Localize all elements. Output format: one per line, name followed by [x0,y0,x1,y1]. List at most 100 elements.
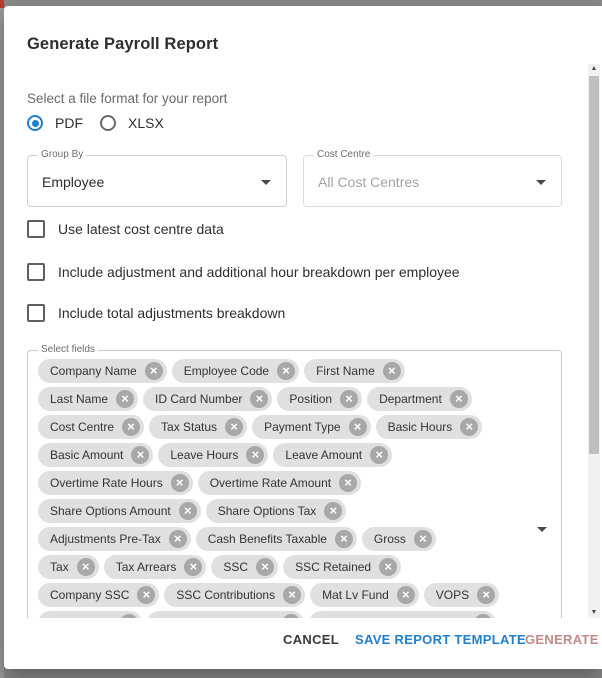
field-chip[interactable]: Department × [367,387,472,411]
close-circle-icon[interactable]: × [460,418,479,436]
field-chip[interactable]: First Name × [304,359,405,383]
generate-button[interactable]: GENERATE [525,632,599,647]
close-circle-icon[interactable]: × [283,586,302,604]
checkbox-total-adjustments[interactable]: Include total adjustments breakdown [27,304,285,322]
checkbox-latest-cost-centre[interactable]: Use latest cost centre data [27,220,224,238]
field-chip[interactable]: Employee Code × [171,359,300,383]
field-chip[interactable]: Tax Status × [149,415,248,439]
field-chip[interactable]: VOPS × [423,583,500,607]
checkbox-adjustment-breakdown[interactable]: Include adjustment and additional hour b… [27,263,460,281]
content-scrollbar[interactable]: ▲ ▼ [588,64,600,618]
close-circle-icon[interactable]: × [137,586,156,604]
field-chip[interactable]: Cost Centre × [38,415,145,439]
field-chip[interactable]: Leave Hours × [158,443,269,467]
radio-xlsx[interactable]: XLSX [100,115,164,131]
checkbox-total-adjustments-box[interactable] [27,304,45,322]
close-circle-icon[interactable]: × [122,418,141,436]
field-chip[interactable]: Tax Arrears × [103,555,207,579]
close-circle-icon[interactable]: × [277,362,296,380]
close-circle-icon[interactable]: × [348,418,367,436]
field-chip[interactable]: Last Name × [38,387,139,411]
field-chip[interactable]: Adjustments Pre-Tax × [38,527,191,551]
field-chip-label: VOPS [435,588,470,602]
save-report-template-button[interactable]: SAVE REPORT TEMPLATE [355,632,526,647]
chip-row: Last Name × ID Card Number × Position × Depart… [38,387,533,415]
chip-row: Tax × Tax Arrears × SSC × SSC Retained × [38,555,533,583]
close-circle-icon[interactable]: × [370,446,389,464]
radio-xlsx-indicator[interactable] [100,115,116,131]
field-chip[interactable]: Gross × [361,527,436,551]
close-circle-icon[interactable]: × [473,614,492,618]
chevron-down-icon[interactable] [261,180,271,185]
close-circle-icon[interactable]: × [449,390,468,408]
radio-pdf-indicator[interactable] [27,115,43,131]
field-chip[interactable]: Cash Benefits Taxable × [195,527,357,551]
field-chip[interactable]: ID Card Number × [143,387,273,411]
checkbox-adjustment-breakdown-box[interactable] [27,263,45,281]
field-chip[interactable]: Share Options Tax × [205,499,347,523]
chevron-down-icon[interactable] [537,527,547,532]
close-circle-icon[interactable]: × [119,614,138,618]
field-chip[interactable]: Leave Amount × [273,443,393,467]
field-chip[interactable]: SSC × [211,555,279,579]
cancel-button[interactable]: CANCEL [283,632,339,647]
close-circle-icon[interactable]: × [256,558,275,576]
scroll-up-arrow-icon[interactable]: ▲ [588,64,600,74]
field-chip[interactable]: Company Name × [38,359,167,383]
close-circle-icon[interactable]: × [178,502,197,520]
field-chip-label: Leave Amount [285,448,363,462]
checkbox-adjustment-breakdown-label: Include adjustment and additional hour b… [58,264,460,280]
field-chip[interactable]: Overtime Rate Amount × [197,471,362,495]
close-circle-icon[interactable]: × [324,502,343,520]
field-chip[interactable]: Basic Amount × [38,443,154,467]
cost-centre-select[interactable]: Cost Centre All Cost Centres [303,149,562,207]
field-chip[interactable]: FP Pension × [38,611,142,618]
field-chip[interactable]: Adjustments Post Tax × [146,611,304,618]
checkbox-latest-cost-centre-box[interactable] [27,220,45,238]
close-circle-icon[interactable]: × [250,390,269,408]
chip-row: Adjustments Pre-Tax × Cash Benefits Taxabl… [38,527,533,555]
chip-row: Share Options Amount × Share Options Tax × [38,499,533,527]
group-by-select[interactable]: Group By Employee [27,149,287,207]
close-circle-icon[interactable]: × [477,586,496,604]
field-chip[interactable]: Mat Lv Fund × [310,583,419,607]
select-fields-multiselect[interactable]: Select fields Company Name × Employee Code… [27,344,562,618]
field-chip[interactable]: Share Options Amount × [38,499,201,523]
field-chip[interactable]: SSC Retained × [283,555,402,579]
field-chip[interactable]: Cash Benefits Non Taxable × [309,611,496,618]
field-chip-label: SSC [223,560,249,574]
field-chip[interactable]: Company SSC × [38,583,160,607]
close-circle-icon[interactable]: × [339,474,358,492]
close-circle-icon[interactable]: × [396,586,415,604]
scrollbar-thumb[interactable] [589,76,599,454]
close-circle-icon[interactable]: × [340,390,359,408]
close-circle-icon[interactable]: × [225,418,244,436]
scroll-down-arrow-icon[interactable]: ▼ [588,608,600,618]
field-chip[interactable]: Overtime Rate Hours × [38,471,193,495]
group-by-label: Group By [38,149,87,160]
field-chip[interactable]: Tax × [38,555,99,579]
close-circle-icon[interactable]: × [334,530,353,548]
close-circle-icon[interactable]: × [246,446,265,464]
radio-pdf[interactable]: PDF [27,115,83,131]
checkbox-total-adjustments-label: Include total adjustments breakdown [58,305,286,321]
close-circle-icon[interactable]: × [184,558,203,576]
close-circle-icon[interactable]: × [382,362,401,380]
close-circle-icon[interactable]: × [170,474,189,492]
close-circle-icon[interactable]: × [168,530,187,548]
field-chip-label: Cash Benefits Taxable [207,532,327,546]
close-circle-icon[interactable]: × [144,362,163,380]
close-circle-icon[interactable]: × [76,558,95,576]
close-circle-icon[interactable]: × [116,390,135,408]
close-circle-icon[interactable]: × [131,446,150,464]
field-chip[interactable]: SSC Contributions × [164,583,306,607]
close-circle-icon[interactable]: × [413,530,432,548]
field-chip-label: Tax Arrears [115,560,177,574]
close-circle-icon[interactable]: × [282,614,300,618]
field-chip[interactable]: Payment Type × [252,415,371,439]
chevron-down-icon[interactable] [536,180,546,185]
close-circle-icon[interactable]: × [379,558,398,576]
field-chip[interactable]: Position × [277,387,363,411]
field-chip[interactable]: Basic Hours × [375,415,483,439]
field-chip-label: SSC Retained [295,560,372,574]
